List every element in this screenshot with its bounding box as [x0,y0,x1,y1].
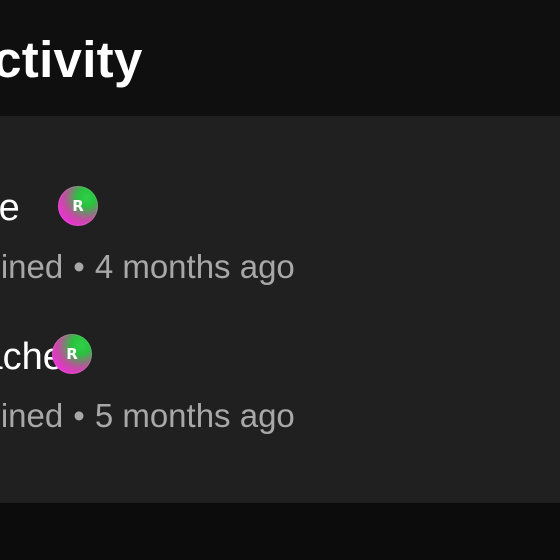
member-badge-icon: R [52,334,92,374]
status-text: Joined [0,397,64,434]
status-text: Joined [0,248,64,285]
badge-letter: R [72,197,84,215]
member-badge-icon: R [58,186,98,226]
activity-status: Joined•5 months ago [0,396,295,436]
badge-letter: R [66,345,78,363]
activity-status: Joined•4 months ago [0,247,295,287]
activity-item[interactable]: Dee R Joined•4 months ago [0,180,560,300]
page-title: Activity [0,31,143,88]
activity-screen: Activity Dee R Joined•4 months ago Rache… [0,0,560,560]
timestamp: 5 months ago [94,397,295,434]
separator-dot: • [73,248,85,285]
footer-bar [0,503,560,560]
member-name[interactable]: Dee [0,180,20,236]
separator-dot: • [73,397,85,434]
activity-list: Dee R Joined•4 months ago Rachel R Joine… [0,116,560,503]
timestamp: 4 months ago [94,248,295,285]
header: Activity [0,0,560,116]
activity-item[interactable]: Rachel R Joined•5 months ago [0,329,560,449]
